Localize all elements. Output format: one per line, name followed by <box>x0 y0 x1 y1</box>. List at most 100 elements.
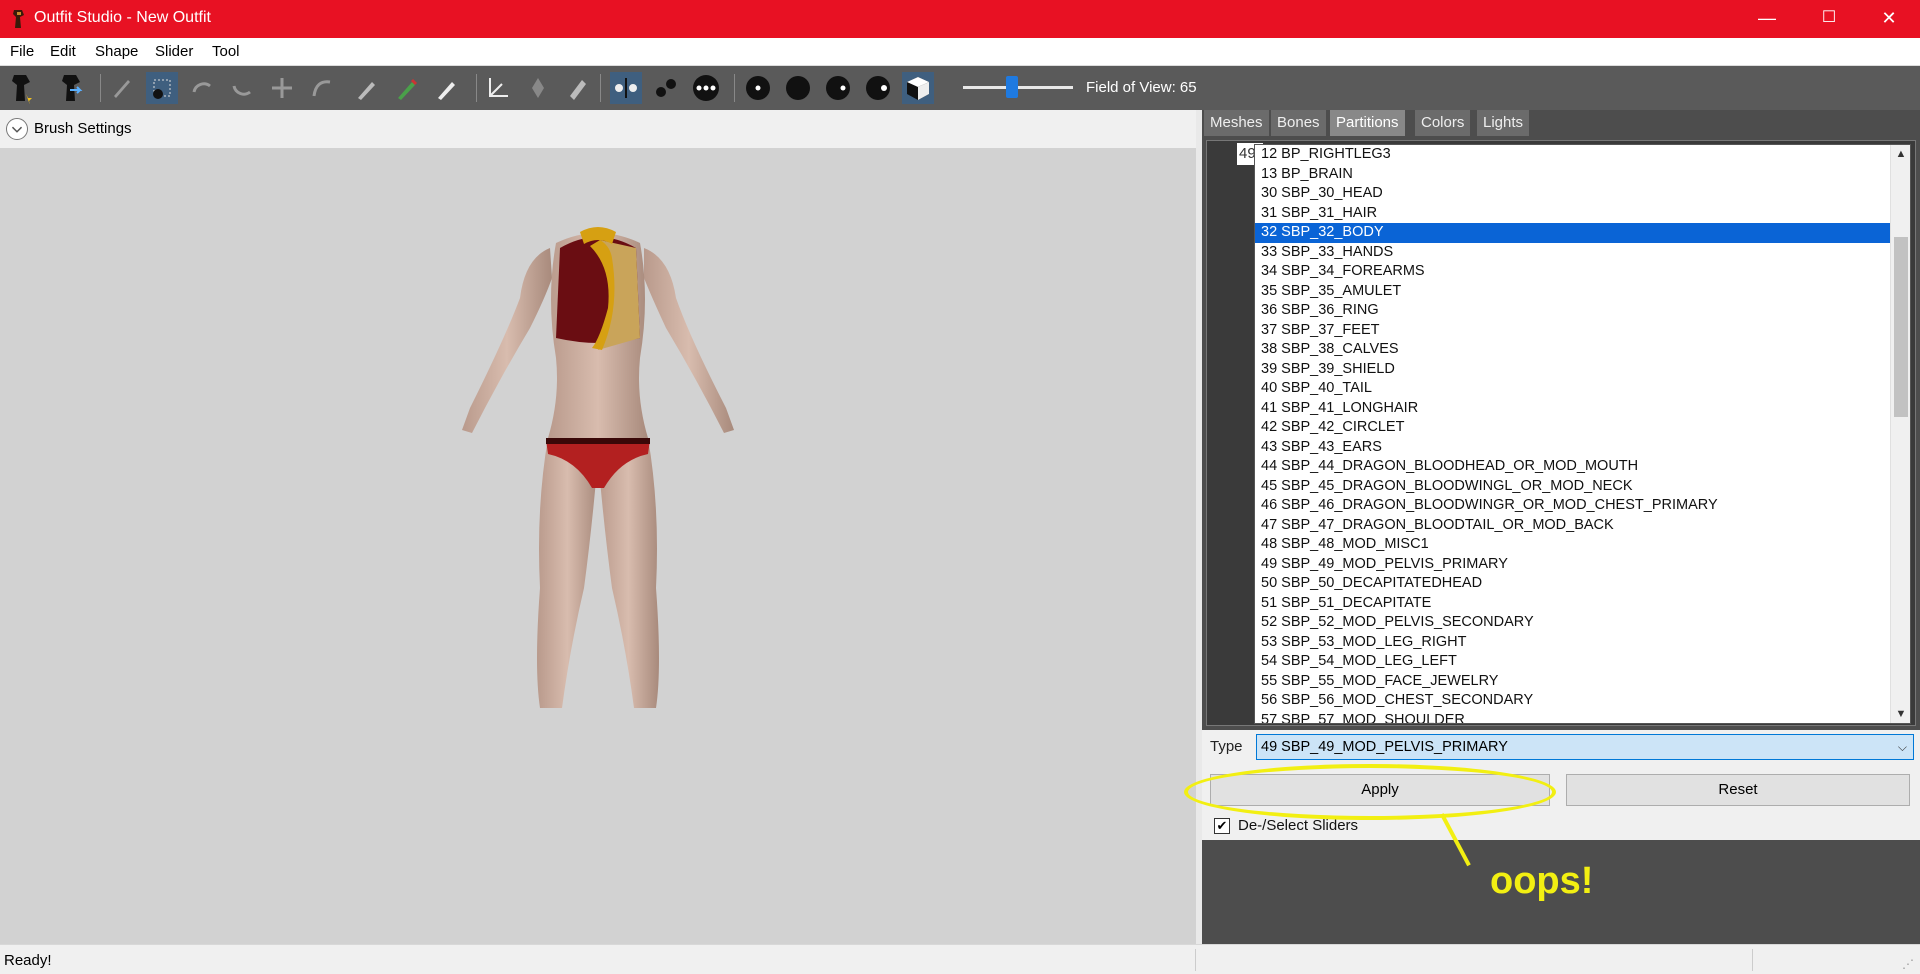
connected-only-icon[interactable] <box>650 72 682 104</box>
list-item[interactable]: 55 SBP_55_MOD_FACE_JEWELRY <box>1255 672 1891 692</box>
toolbar-separator <box>476 74 477 102</box>
fov-label: Field of View: 65 <box>1086 79 1197 96</box>
list-item[interactable]: 49 SBP_49_MOD_PELVIS_PRIMARY <box>1255 555 1891 575</box>
texture-icon[interactable] <box>862 72 894 104</box>
list-item[interactable]: 42 SBP_42_CIRCLET <box>1255 418 1891 438</box>
inflate-brush-icon[interactable] <box>186 72 218 104</box>
minimize-button[interactable]: — <box>1742 0 1792 38</box>
list-item[interactable]: 13 BP_BRAIN <box>1255 165 1891 185</box>
3d-viewport[interactable] <box>0 148 1196 944</box>
list-item[interactable]: 31 SBP_31_HAIR <box>1255 204 1891 224</box>
list-item[interactable]: 57 SBP_57_MOD_SHOULDER <box>1255 711 1891 724</box>
list-item[interactable]: 30 SBP_30_HEAD <box>1255 184 1891 204</box>
alpha-brush-icon[interactable] <box>430 72 462 104</box>
new-project-icon[interactable] <box>6 72 38 104</box>
tab-colors[interactable]: Colors <box>1415 110 1472 136</box>
list-item[interactable]: 46 SBP_46_DRAGON_BLOODWINGR_OR_MOD_CHEST… <box>1255 496 1891 516</box>
brush-settings-bar: Brush Settings <box>0 110 1196 148</box>
pivot-icon[interactable] <box>522 72 554 104</box>
tab-bones[interactable]: Bones <box>1271 110 1327 136</box>
list-item[interactable]: 37 SBP_37_FEET <box>1255 321 1891 341</box>
close-button[interactable]: ✕ <box>1864 0 1914 38</box>
annotation-ellipse <box>1184 764 1556 820</box>
scroll-down-icon[interactable]: ▼ <box>1891 705 1910 723</box>
menu-tool[interactable]: Tool <box>212 43 240 60</box>
list-item[interactable]: 40 SBP_40_TAIL <box>1255 379 1891 399</box>
show-points-icon[interactable] <box>742 72 774 104</box>
cube-view-icon[interactable] <box>902 72 934 104</box>
list-item[interactable]: 53 SBP_53_MOD_LEG_RIGHT <box>1255 633 1891 653</box>
tab-lights[interactable]: Lights <box>1477 110 1531 136</box>
global-brush-icon[interactable] <box>690 72 722 104</box>
list-item[interactable]: 50 SBP_50_DECAPITATEDHEAD <box>1255 574 1891 594</box>
list-item[interactable]: 52 SBP_52_MOD_PELVIS_SECONDARY <box>1255 613 1891 633</box>
transform-icon[interactable] <box>482 72 514 104</box>
menu-slider[interactable]: Slider <box>155 43 193 60</box>
menu-edit[interactable]: Edit <box>50 43 76 60</box>
list-item[interactable]: 56 SBP_56_MOD_CHEST_SECONDARY <box>1255 691 1891 711</box>
list-item[interactable]: 34 SBP_34_FOREARMS <box>1255 262 1891 282</box>
maximize-button[interactable]: ☐ <box>1804 0 1854 38</box>
list-scrollbar[interactable]: ▲ ▼ <box>1890 145 1910 723</box>
list-item[interactable]: 33 SBP_33_HANDS <box>1255 243 1891 263</box>
outfit-model <box>462 227 734 708</box>
toolbar: Field of View: 65 <box>0 66 1920 110</box>
resize-grip-icon[interactable]: ⋰ <box>1902 957 1916 971</box>
tab-meshes[interactable]: Meshes <box>1204 110 1270 136</box>
load-outfit-icon[interactable] <box>56 72 88 104</box>
list-item[interactable]: 12 BP_RIGHTLEG3 <box>1255 145 1891 165</box>
x-mirror-icon[interactable] <box>610 72 642 104</box>
select-brush-icon[interactable] <box>106 72 138 104</box>
list-item[interactable]: 39 SBP_39_SHIELD <box>1255 360 1891 380</box>
weight-brush-icon[interactable] <box>350 72 382 104</box>
type-row: Type 49 SBP_49_MOD_PELVIS_PRIMARY ⌵ <box>1202 730 1920 764</box>
partition-items: 12 BP_RIGHTLEG3 13 BP_BRAIN 30 SBP_30_HEAD… <box>1255 145 1891 724</box>
smooth-brush-icon[interactable] <box>306 72 338 104</box>
list-item[interactable]: 51 SBP_51_DECAPITATE <box>1255 594 1891 614</box>
list-item[interactable]: 41 SBP_41_LONGHAIR <box>1255 399 1891 419</box>
status-divider <box>1752 949 1753 971</box>
reset-button[interactable]: Reset <box>1566 774 1910 806</box>
wireframe-icon[interactable] <box>782 72 814 104</box>
list-item[interactable]: 48 SBP_48_MOD_MISC1 <box>1255 535 1891 555</box>
list-item[interactable]: 45 SBP_45_DRAGON_BLOODWINGL_OR_MOD_NECK <box>1255 477 1891 497</box>
deselect-sliders-checkbox[interactable]: ✔ <box>1214 818 1230 834</box>
status-divider <box>1195 949 1196 971</box>
list-item[interactable]: 43 SBP_43_EARS <box>1255 438 1891 458</box>
move-brush-icon[interactable] <box>266 72 298 104</box>
fov-slider-thumb[interactable] <box>1006 76 1018 98</box>
scroll-thumb[interactable] <box>1894 237 1908 417</box>
tab-partitions[interactable]: Partitions <box>1330 110 1406 136</box>
annotation-text: oops! <box>1490 860 1594 902</box>
lighting-icon[interactable] <box>822 72 854 104</box>
deflate-brush-icon[interactable] <box>226 72 258 104</box>
menu-bar: File Edit Shape Slider Tool <box>0 38 1920 66</box>
mask-brush-icon[interactable] <box>146 72 178 104</box>
right-panel: Meshes Bones Partitions Colors Lights 49… <box>1202 110 1920 944</box>
app-logo-icon <box>13 10 24 28</box>
title-bar: Outfit Studio - New Outfit — ☐ ✕ <box>0 0 1920 38</box>
brush-settings-label[interactable]: Brush Settings <box>34 120 132 137</box>
menu-shape[interactable]: Shape <box>95 43 138 60</box>
menu-file[interactable]: File <box>10 43 34 60</box>
partition-type-dropdown-list[interactable]: 12 BP_RIGHTLEG3 13 BP_BRAIN 30 SBP_30_HEAD… <box>1254 144 1911 724</box>
list-item[interactable]: 38 SBP_38_CALVES <box>1255 340 1891 360</box>
list-item[interactable]: 35 SBP_35_AMULET <box>1255 282 1891 302</box>
list-item[interactable]: 54 SBP_54_MOD_LEG_LEFT <box>1255 652 1891 672</box>
scroll-up-icon[interactable]: ▲ <box>1891 145 1910 163</box>
fov-slider-track[interactable] <box>963 86 1073 89</box>
list-item[interactable]: 47 SBP_47_DRAGON_BLOODTAIL_OR_MOD_BACK <box>1255 516 1891 536</box>
status-bar: Ready! ⋰ <box>0 944 1920 974</box>
type-select[interactable]: 49 SBP_49_MOD_PELVIS_PRIMARY ⌵ <box>1256 734 1914 760</box>
color-brush-icon[interactable] <box>390 72 422 104</box>
list-item[interactable]: 44 SBP_44_DRAGON_BLOODHEAD_OR_MOD_MOUTH <box>1255 457 1891 477</box>
type-select-value: 49 SBP_49_MOD_PELVIS_PRIMARY <box>1261 739 1508 755</box>
toolbar-separator <box>600 74 601 102</box>
list-item[interactable]: 36 SBP_36_RING <box>1255 301 1891 321</box>
chevron-down-icon[interactable] <box>6 118 28 140</box>
list-item[interactable]: 32 SBP_32_BODY <box>1255 223 1891 243</box>
chevron-down-icon: ⌵ <box>1897 740 1907 754</box>
toolbar-separator <box>100 74 101 102</box>
type-label: Type <box>1210 738 1243 755</box>
vertex-edit-icon[interactable] <box>562 72 594 104</box>
